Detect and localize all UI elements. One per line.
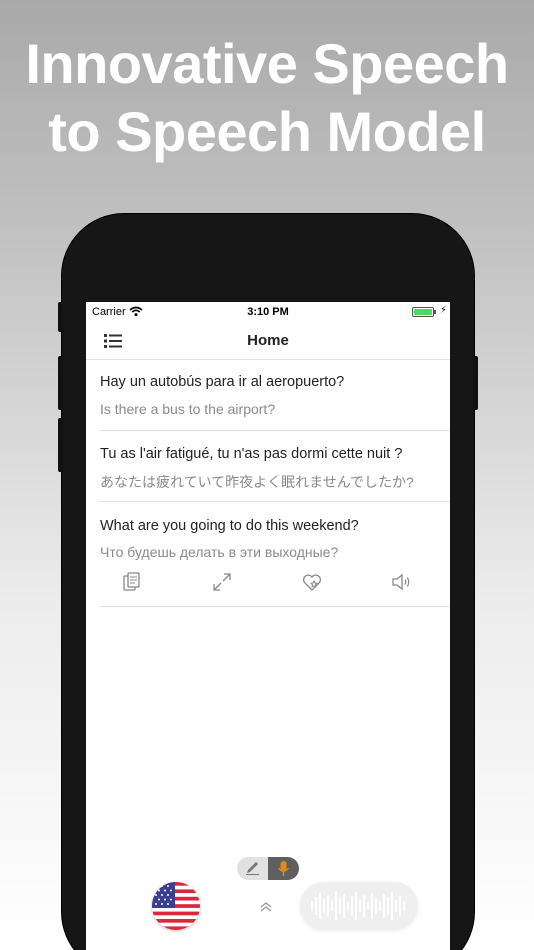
- translated-text: Is there a bus to the airport?: [100, 401, 276, 417]
- input-mode-toggle[interactable]: [237, 857, 299, 880]
- page-title: Home: [247, 332, 289, 349]
- double-chevron-up-icon[interactable]: [258, 899, 274, 915]
- headline-line-2: to Speech Model: [48, 100, 486, 163]
- record-button[interactable]: [300, 882, 418, 930]
- battery-icon: [412, 307, 434, 317]
- battery-fill: [414, 309, 432, 315]
- speaker-icon[interactable]: [390, 570, 414, 594]
- translation-row[interactable]: Tu as l'air fatigué, tu n'as pas dormi c…: [100, 431, 450, 502]
- phone-mute-switch: [58, 302, 63, 332]
- status-time: 3:10 PM: [247, 306, 289, 318]
- phone-volume-up: [58, 356, 63, 410]
- translation-row[interactable]: Hay un autobús para ir al aeropuerto? Is…: [100, 360, 450, 431]
- app-screen: Carrier 3:10 PM ⚡ Home Hay un autobús pa…: [86, 302, 450, 950]
- phone-volume-down: [58, 418, 63, 472]
- headline: Innovative Speech to Speech Model: [0, 30, 534, 166]
- voice-mode-button[interactable]: [268, 857, 299, 880]
- pencil-icon: [246, 862, 259, 875]
- waveform-icon: [311, 891, 405, 921]
- translated-text: Что будешь делать в эти выходные?: [100, 544, 339, 560]
- text-mode-button[interactable]: [237, 857, 268, 880]
- charging-bolt-icon: ⚡: [439, 305, 447, 316]
- us-flag-icon[interactable]: [152, 882, 200, 930]
- source-text: Hay un autobús para ir al aeropuerto?: [100, 374, 345, 390]
- headline-line-1: Innovative Speech: [25, 32, 509, 95]
- source-text: Tu as l'air fatigué, tu n'as pas dormi c…: [100, 446, 403, 462]
- translated-text: あなたは疲れていて昨夜よく眠れませんでしたか?: [100, 474, 414, 490]
- expand-icon[interactable]: [210, 570, 234, 594]
- battery-tip: [434, 310, 436, 314]
- favorite-icon[interactable]: [300, 570, 324, 594]
- source-text: What are you going to do this weekend?: [100, 518, 359, 534]
- copy-icon[interactable]: [120, 570, 144, 594]
- status-bar: Carrier 3:10 PM ⚡: [86, 302, 450, 322]
- phone-power-button: [473, 356, 478, 410]
- nav-bar: Home: [86, 322, 450, 360]
- microphone-icon: [277, 861, 290, 876]
- row-actions: [100, 570, 450, 600]
